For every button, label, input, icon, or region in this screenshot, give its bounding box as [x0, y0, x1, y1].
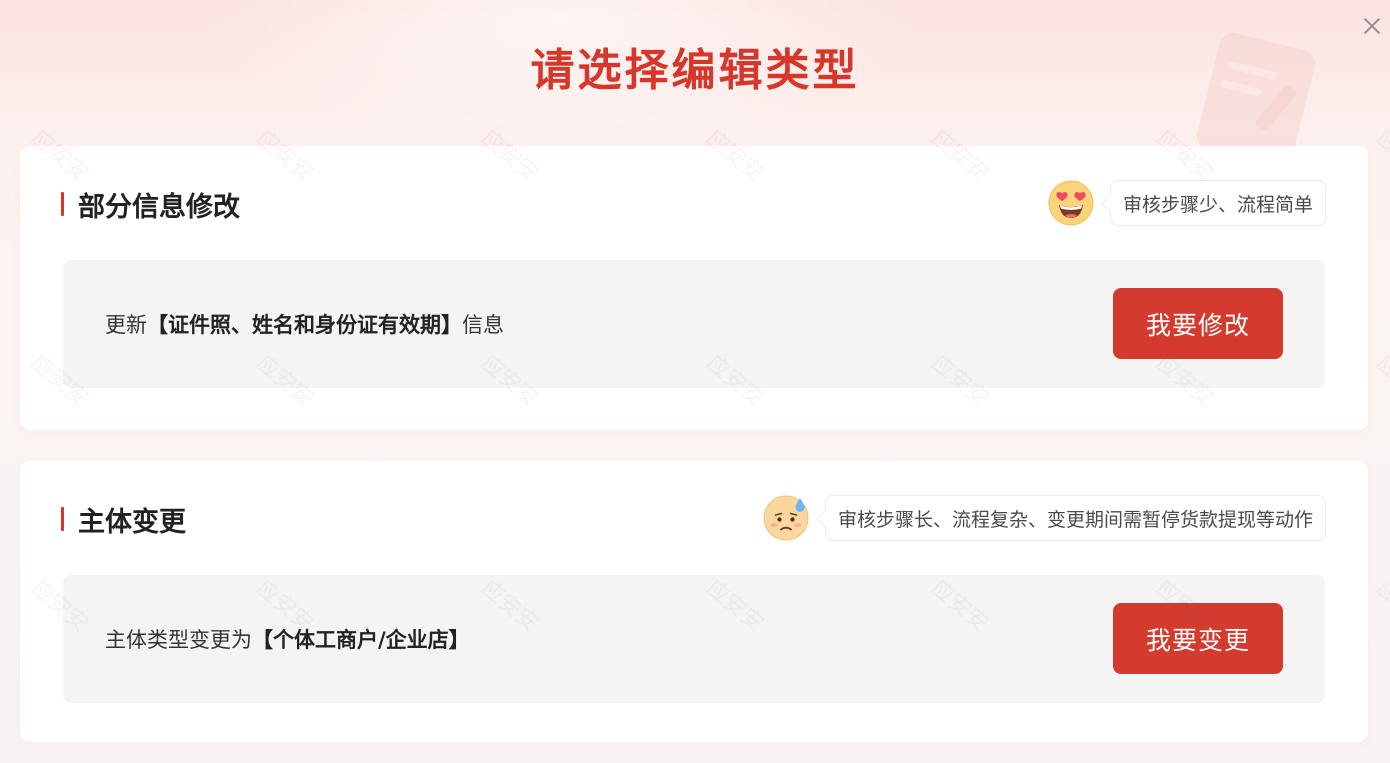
section-title: 主体变更	[78, 506, 186, 538]
partial-info-edit-card: 部分信息修改 审核步骤少、流程简单 更新 【证件照、姓名和身份证有效期】 信息 我要…	[20, 146, 1368, 430]
section-accent-bar	[61, 192, 64, 216]
section-header: 部分信息修改	[61, 176, 240, 232]
option-box: 更新 【证件照、姓名和身份证有效期】 信息 我要修改	[63, 260, 1325, 388]
watermark-text: 应安安	[1371, 575, 1390, 637]
close-icon[interactable]	[1360, 14, 1384, 38]
watermark-text: 应安安	[1371, 350, 1390, 412]
modify-button[interactable]: 我要修改	[1113, 288, 1283, 359]
heart-eyes-emoji-icon	[1048, 180, 1094, 226]
watermark-text: 应安安	[1371, 125, 1390, 187]
section-title: 部分信息修改	[78, 191, 240, 223]
hint-bubble: 审核步骤长、流程复杂、变更期间需暂停货款提现等动作	[824, 495, 1326, 541]
option-description: 更新 【证件照、姓名和身份证有效期】 信息	[105, 260, 504, 388]
change-button[interactable]: 我要变更	[1113, 603, 1283, 674]
description-prefix: 主体类型变更为	[105, 628, 252, 652]
section-hint: 审核步骤少、流程简单	[1048, 179, 1326, 227]
option-description: 主体类型变更为 【个体工商户/企业店】	[105, 575, 470, 703]
description-prefix: 更新	[105, 313, 147, 337]
description-suffix: 信息	[462, 313, 504, 337]
section-hint: 审核步骤长、流程复杂、变更期间需暂停货款提现等动作	[763, 494, 1326, 542]
sweat-frown-emoji-icon	[763, 495, 809, 541]
section-accent-bar	[61, 507, 64, 531]
hint-bubble: 审核步骤少、流程简单	[1109, 180, 1326, 226]
option-box: 主体类型变更为 【个体工商户/企业店】 我要变更	[63, 575, 1325, 703]
modal-title: 请选择编辑类型	[530, 45, 860, 96]
description-highlight: 【证件照、姓名和身份证有效期】	[147, 313, 462, 337]
description-highlight: 【个体工商户/企业店】	[252, 628, 470, 652]
section-header: 主体变更	[61, 491, 186, 547]
entity-change-card: 主体变更 审核步骤长、流程复杂、变更期间需暂停货款提现等动作 主体类型变更为 【个…	[20, 461, 1368, 742]
